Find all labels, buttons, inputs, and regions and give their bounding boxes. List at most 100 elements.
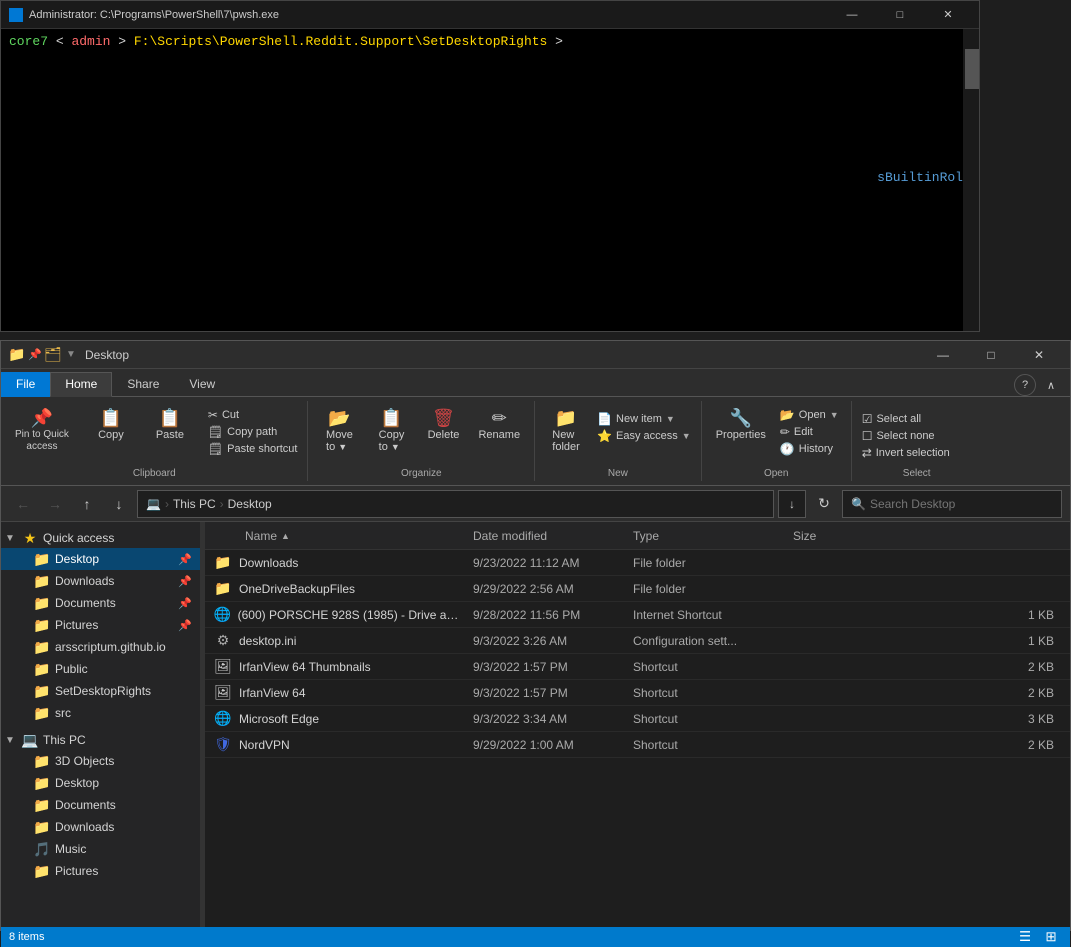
sidebar-item-pictures[interactable]: 📁 Pictures 📌 [1,614,200,636]
sidebar-item-arsscriptum[interactable]: 📁 arsscriptum.github.io [1,636,200,658]
explorer-close-button[interactable]: ✕ [1016,341,1062,369]
table-row[interactable]: 🌐 (600) PORSCHE 928S (1985) - Drive and … [205,602,1070,628]
address-path[interactable]: 💻 › This PC › Desktop [137,490,774,518]
explorer-title-left: 📁 📌 🗂 ▼ Desktop [9,347,129,363]
file-date-cell: 9/29/2022 2:56 AM [465,582,625,596]
ps-scrollbar-thumb[interactable] [965,49,979,89]
edit-button[interactable]: ✏ Edit [776,424,843,440]
file-list-area: Name ▲ Date modified Type Size 📁 Downloa… [205,522,1070,927]
refresh-button[interactable]: ↻ [810,490,838,518]
delete-button[interactable]: 🗑 Delete [418,405,468,445]
pc-icon: 💻 [21,732,39,749]
sidebar-quick-access-header[interactable]: ▼ ★ Quick access [1,526,200,548]
file-type-cell: Shortcut [625,738,785,752]
table-row[interactable]: 🛡 NordVPN 9/29/2022 1:00 AM Shortcut 2 K… [205,732,1070,758]
sidebar-item-public[interactable]: 📁 Public [1,658,200,680]
easy-access-button[interactable]: ⭐ Easy access ▼ [593,428,695,444]
delete-icon: 🗑 [432,409,455,427]
move-to-label: Moveto ▼ [326,429,353,453]
ribbon-help-button[interactable]: ? [1014,374,1036,396]
explorer-maximize-button[interactable]: □ [968,341,1014,369]
sidebar-item-src[interactable]: 📁 src [1,702,200,724]
up-button[interactable]: ↑ [73,490,101,518]
powershell-window: Administrator: C:\Programs\PowerShell\7\… [0,0,980,332]
ps-content: core7 < admin > F:\Scripts\PowerShell.Re… [1,29,979,331]
large-icons-view-button[interactable]: ⊞ [1040,927,1062,947]
downloads-folder-icon: 📁 [33,573,51,590]
back-button[interactable]: ← [9,490,37,518]
sidebar-documents-label: Documents [55,596,116,610]
table-row[interactable]: 🌐 Microsoft Edge 9/3/2022 3:34 AM Shortc… [205,706,1070,732]
sidebar-item-setdesktoprights[interactable]: 📁 SetDesktopRights [1,680,200,702]
tab-share[interactable]: Share [112,372,174,397]
select-none-button[interactable]: ☐ Select none [858,428,954,444]
delete-label: Delete [428,429,460,441]
addr-dropdown-button[interactable]: ↓ [778,490,806,518]
quick-access-star-icon: ★ [21,530,39,547]
file-date-cell: 9/28/2022 11:56 PM [465,608,625,622]
sidebar-pictures-label: Pictures [55,618,98,632]
cut-button[interactable]: ✂ Cut [204,407,302,423]
explorer-minimize-button[interactable]: — [920,341,966,369]
table-row[interactable]: 🖼 IrfanView 64 Thumbnails 9/3/2022 1:57 … [205,654,1070,680]
ps-close-button[interactable]: ✕ [925,1,971,29]
sidebar-item-pc-desktop[interactable]: 📁 Desktop [1,772,200,794]
tab-file[interactable]: File [1,372,50,397]
properties-button[interactable]: 🔧 Properties [708,405,774,445]
new-item-label: New item [616,413,662,425]
column-size[interactable]: Size [785,529,1070,543]
sidebar-item-pc-pictures[interactable]: 📁 Pictures [1,860,200,882]
recent-button[interactable]: ↓ [105,490,133,518]
paste-shortcut-button[interactable]: 🗒 Paste shortcut [204,441,302,457]
copy-path-button[interactable]: 🗒 Copy path [204,424,302,440]
ps-maximize-button[interactable]: □ [877,1,923,29]
explorer-controls: — □ ✕ [920,341,1062,369]
tab-home[interactable]: Home [50,372,112,397]
copy-label: Copy [98,429,124,441]
table-row[interactable]: 🖼 IrfanView 64 9/3/2022 1:57 PM Shortcut… [205,680,1070,706]
history-button[interactable]: 🕐 History [776,441,843,457]
sidebar-item-downloads[interactable]: 📁 Downloads 📌 [1,570,200,592]
ps-minimize-button[interactable]: — [829,1,875,29]
paste-button[interactable]: 📋 Paste [145,405,195,445]
sort-arrow: ▲ [281,531,290,541]
new-folder-button[interactable]: 📁 Newfolder [541,405,591,457]
sidebar-item-3dobjects[interactable]: 📁 3D Objects [1,750,200,772]
search-input[interactable] [870,497,1053,511]
new-item-button[interactable]: 📄 New item ▼ [593,411,695,427]
table-row[interactable]: 📁 Downloads 9/23/2022 11:12 AM File fold… [205,550,1070,576]
sidebar-pc-docs-label: Documents [55,798,116,812]
sidebar-item-desktop[interactable]: 📁 Desktop 📌 [1,548,200,570]
ps-title-left: Administrator: C:\Programs\PowerShell\7\… [9,8,279,22]
details-view-button[interactable]: ☰ [1014,927,1036,947]
sidebar-public-label: Public [55,662,88,676]
ps-scrollbar[interactable] [963,29,979,331]
explorer-folder-icon: 🗂 [45,347,61,363]
open-button[interactable]: 📂 Open ▼ [776,407,843,423]
pin-to-quick-access-button[interactable]: 📌 Pin to Quickaccess [7,405,77,457]
table-row[interactable]: ⚙ desktop.ini 9/3/2022 3:26 AM Configura… [205,628,1070,654]
ribbon-collapse-button[interactable]: ∧ [1040,374,1062,396]
sidebar-item-pc-documents[interactable]: 📁 Documents [1,794,200,816]
tab-view[interactable]: View [174,372,230,397]
ribbon-group-open: 🔧 Properties 📂 Open ▼ ✏ Edit [702,401,852,481]
column-name[interactable]: Name ▲ [205,529,465,543]
forward-button[interactable]: → [41,490,69,518]
rename-button[interactable]: ✏ Rename [470,405,528,445]
copy-icon: 📋 [100,409,122,427]
addr-thispc: This PC [173,497,216,511]
sidebar-item-documents[interactable]: 📁 Documents 📌 [1,592,200,614]
file-icon: 🌐 [213,606,232,623]
column-type[interactable]: Type [625,529,785,543]
ribbon: File Home Share View ? ∧ [1,369,1070,486]
copy-button[interactable]: 📋 Copy [86,405,136,445]
copy-to-button[interactable]: 📋 Copyto ▼ [366,405,416,457]
select-all-button[interactable]: ☑ Select all [858,411,954,427]
column-date[interactable]: Date modified [465,529,625,543]
sidebar-item-pc-music[interactable]: 🎵 Music [1,838,200,860]
sidebar-thispc-header[interactable]: ▼ 💻 This PC [1,728,200,750]
invert-selection-button[interactable]: ⇄ Invert selection [858,445,954,461]
sidebar-item-pc-downloads[interactable]: 📁 Downloads [1,816,200,838]
table-row[interactable]: 📁 OneDriveBackupFiles 9/29/2022 2:56 AM … [205,576,1070,602]
move-to-button[interactable]: 📂 Moveto ▼ [314,405,364,457]
